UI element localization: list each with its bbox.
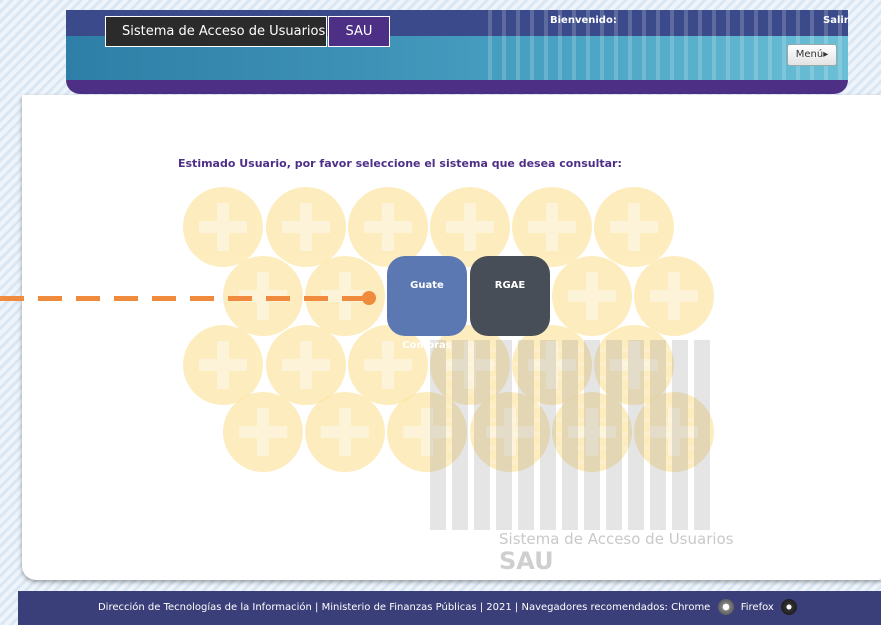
decorative-hexagon	[266, 187, 346, 267]
decorative-hexagon	[348, 187, 428, 267]
chrome-icon	[717, 599, 734, 615]
decorative-hexagon	[183, 187, 263, 267]
guate-compras-button[interactable]: Guate Compras	[387, 256, 467, 351]
decorative-hexagon	[594, 187, 674, 267]
app-title: Sistema de Acceso de Usuarios	[105, 16, 327, 47]
footer-firefox-label: Firefox	[740, 602, 774, 613]
decorative-hexagon	[552, 256, 632, 336]
menu-button[interactable]: Menú▸	[787, 44, 837, 66]
watermark-name: Sistema de Acceso de Usuarios	[499, 530, 734, 548]
decorative-hexagon	[223, 392, 303, 472]
firefox-icon	[781, 599, 798, 615]
watermark-logo	[430, 340, 710, 530]
logout-link[interactable]: Salir	[823, 15, 849, 26]
decorative-hexagon	[430, 187, 510, 267]
annotation-dot	[362, 291, 376, 305]
decorative-hexagon	[512, 187, 592, 267]
annotation-dashed-line	[0, 296, 368, 301]
instruction-text: Estimado Usuario, por favor seleccione e…	[178, 157, 622, 170]
decorative-hexagon	[634, 256, 714, 336]
rgae-button[interactable]: RGAE	[470, 256, 550, 336]
decorative-hexagon	[305, 392, 385, 472]
watermark-acronym: SAU	[499, 547, 554, 575]
header-bottom-bar	[66, 80, 848, 94]
app-acronym-badge: SAU	[328, 16, 390, 47]
footer-text: Dirección de Tecnologías de la Informaci…	[97, 602, 711, 613]
welcome-label: Bienvenido:	[550, 15, 617, 26]
footer: Dirección de Tecnologías de la Informaci…	[18, 591, 881, 625]
